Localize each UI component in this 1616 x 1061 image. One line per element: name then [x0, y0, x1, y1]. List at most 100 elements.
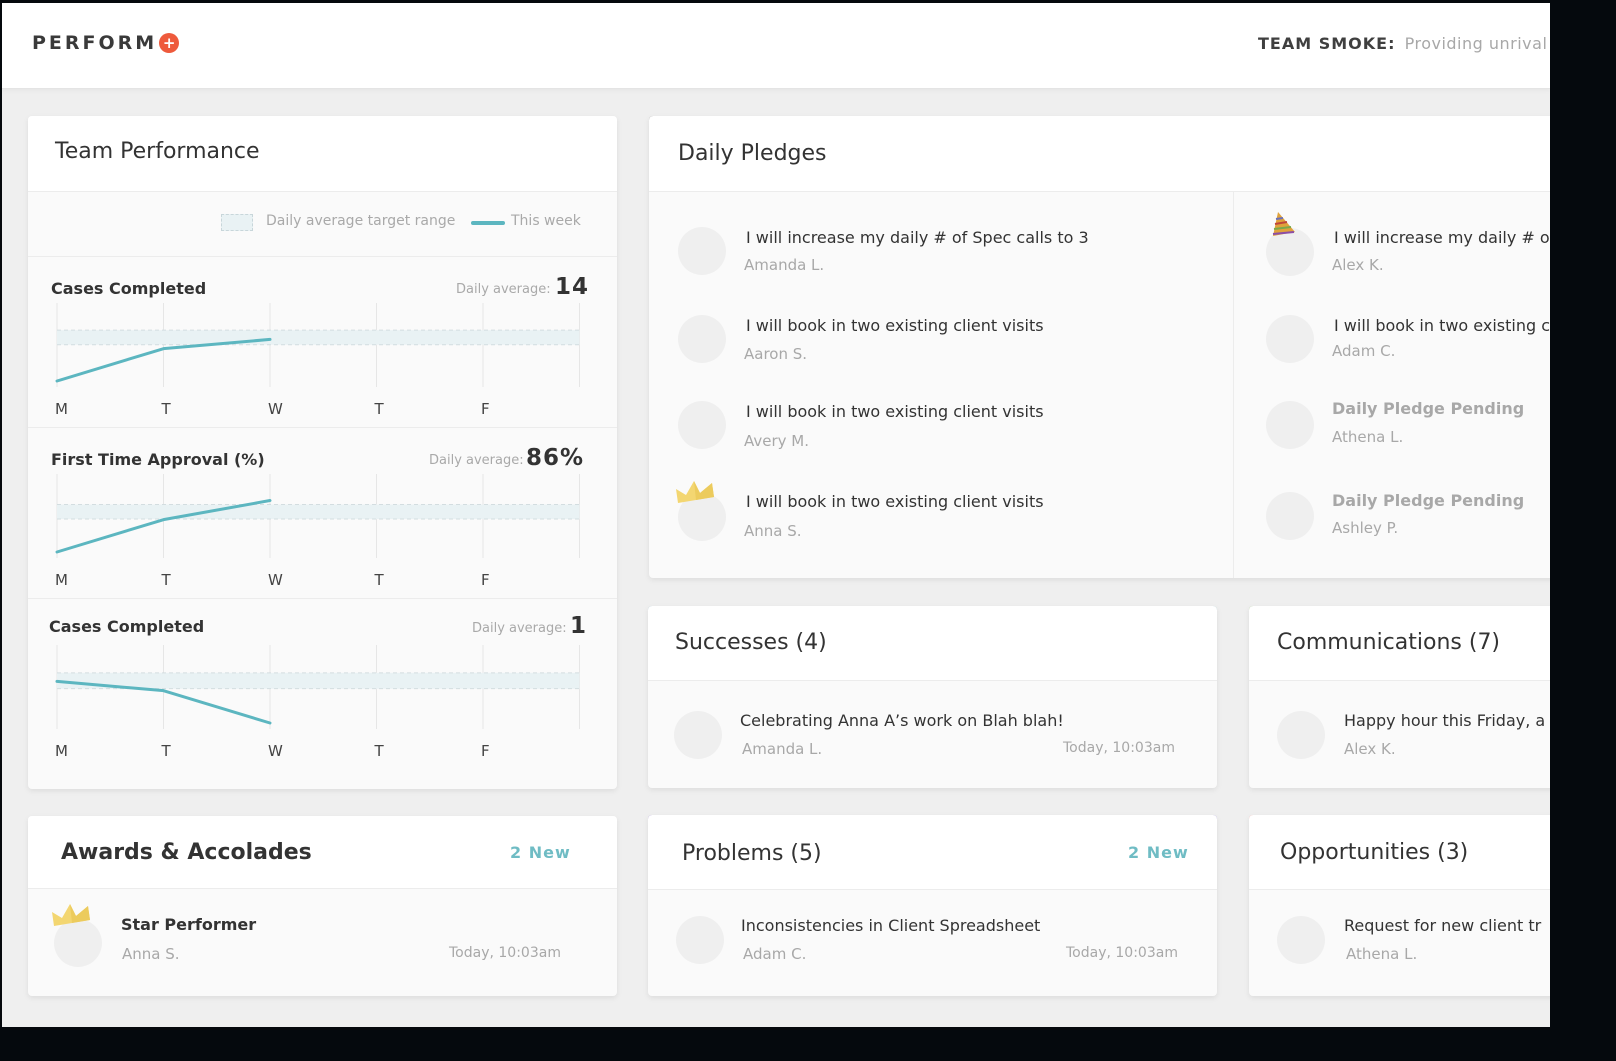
pledge-item[interactable]: Daily Pledge Pending Ashley P. [1234, 478, 1550, 558]
legend-target-range-label: Daily average target range [266, 213, 456, 229]
list-item[interactable]: Inconsistencies in Client Spreadsheet Ad… [648, 890, 1217, 990]
card-header: Opportunities (3) [1249, 815, 1550, 890]
metric-chart[interactable]: First Time Approval (%) Daily average: 8… [28, 428, 617, 599]
team-tagline: Providing unrival [1404, 34, 1548, 53]
team-banner: TEAM SMOKE: Providing unrival [1258, 34, 1547, 53]
item-author: Athena L. [1346, 945, 1418, 963]
pledge-author: Alex K. [1332, 256, 1384, 274]
pledge-text: I will book in two existing client visit… [746, 316, 1044, 335]
avatar [1266, 401, 1314, 449]
item-time: Today, 10:03am [1063, 740, 1175, 756]
x-tick-label: F [481, 571, 490, 589]
card-title: Awards & Accolades [61, 840, 312, 865]
logo[interactable]: PERFORM + [32, 32, 180, 54]
item-title: Celebrating Anna A’s work on Blah blah! [740, 711, 1064, 730]
x-tick-label: F [481, 400, 490, 418]
pledge-text: I will increase my daily # of Spec calls… [1334, 228, 1550, 247]
pledge-author: Avery M. [744, 432, 810, 450]
pledge-author: Athena L. [1332, 428, 1404, 446]
line-chart: MTWTF [55, 645, 580, 760]
pledge-item[interactable]: I will book in two existing client visit… [649, 388, 1233, 468]
pledge-text: I will increase my daily # of Spec calls… [746, 228, 1089, 247]
card-header: Daily Pledges [649, 116, 1550, 192]
crown-icon [52, 904, 90, 926]
successes-card: Successes (4) Celebrating Anna A’s work … [648, 606, 1217, 788]
avatar [676, 916, 724, 964]
pledge-author: Anna S. [744, 522, 802, 540]
x-tick-label: M [55, 400, 68, 418]
party-hat-icon [1272, 212, 1295, 236]
avatar [678, 315, 726, 363]
team-performance-card: Team Performance Daily average target ra… [28, 116, 617, 789]
card-header: Successes (4) [648, 606, 1217, 681]
pledge-item[interactable]: I will book in two existing client visit… [1234, 301, 1550, 381]
pledge-author: Adam C. [1332, 342, 1396, 360]
plus-circle-icon: + [159, 33, 180, 53]
new-badge[interactable]: 2 New [1128, 843, 1189, 862]
problems-card: Problems (5) 2 New Inconsistencies in Cl… [648, 815, 1217, 996]
pledge-item[interactable]: I will book in two existing client visit… [649, 301, 1233, 381]
top-bar: PERFORM + TEAM SMOKE: Providing unrival [2, 3, 1550, 89]
metric-chart[interactable]: Cases Completed Daily average: 14 MTWTF [28, 257, 617, 428]
daily-pledges-card: Daily Pledges I will increase my daily #… [649, 116, 1550, 578]
pledge-author: Aaron S. [744, 345, 808, 363]
avatar [678, 401, 726, 449]
card-title: Communications (7) [1277, 630, 1501, 655]
item-time: Today, 10:03am [1066, 945, 1178, 961]
x-tick-label: M [55, 571, 68, 589]
list-item[interactable]: Celebrating Anna A’s work on Blah blah! … [648, 681, 1217, 781]
item-title: Star Performer [121, 915, 257, 934]
pledge-pending-text: Daily Pledge Pending [1332, 491, 1525, 510]
item-author: Alex K. [1344, 740, 1396, 758]
list-item[interactable]: Star Performer Anna S. Today, 10:03am [28, 889, 617, 989]
this-week-line-swatch [471, 221, 505, 225]
app-frame: PERFORM + TEAM SMOKE: Providing unrival … [2, 3, 1550, 1027]
item-title: Request for new client tr [1344, 916, 1542, 935]
avatar [1266, 492, 1314, 540]
logo-text: PERFORM [32, 32, 158, 54]
metric-chart[interactable]: Cases Completed Daily average: 1 MTWTF [28, 599, 617, 769]
card-header: Problems (5) 2 New [648, 815, 1217, 890]
opportunities-card: Opportunities (3) Request for new client… [1249, 815, 1550, 996]
chart-legend: Daily average target range This week [28, 192, 617, 257]
pledge-author: Ashley P. [1332, 519, 1399, 537]
pledge-pending-text: Daily Pledge Pending [1332, 399, 1525, 418]
target-range-swatch [221, 214, 253, 231]
avatar [1277, 711, 1325, 759]
card-header: Team Performance [28, 116, 617, 192]
x-tick-label: T [161, 742, 172, 760]
target-range-band [57, 504, 580, 519]
avatar [1266, 315, 1314, 363]
pledge-item[interactable]: I will book in two existing client visit… [649, 476, 1233, 566]
item-title: Happy hour this Friday, a [1344, 711, 1546, 730]
item-time: Today, 10:03am [449, 945, 561, 961]
item-title: Inconsistencies in Client Spreadsheet [741, 916, 1041, 935]
new-badge[interactable]: 2 New [510, 843, 571, 862]
x-tick-label: T [161, 400, 172, 418]
x-tick-label: F [481, 742, 490, 760]
card-title: Team Performance [55, 139, 260, 164]
x-tick-label: W [268, 571, 283, 589]
line-chart: MTWTF [55, 474, 580, 589]
card-title: Successes (4) [675, 630, 827, 655]
x-tick-label: W [268, 742, 283, 760]
crown-icon [676, 481, 714, 503]
pledge-text: I will book in two existing client visit… [746, 402, 1044, 421]
pledge-item[interactable]: I will increase my daily # of Spec calls… [649, 211, 1233, 291]
x-tick-label: W [268, 400, 283, 418]
x-tick-label: T [374, 571, 385, 589]
communications-card: Communications (7) Happy hour this Frida… [1249, 606, 1550, 788]
pledge-text: I will book in two existing client visit… [746, 492, 1044, 511]
avatar [1277, 916, 1325, 964]
card-title: Opportunities (3) [1280, 840, 1469, 865]
team-name: TEAM SMOKE: [1258, 34, 1396, 53]
x-tick-label: T [374, 400, 385, 418]
target-range-band [57, 672, 580, 689]
list-item[interactable]: Request for new client tr Athena L. [1249, 890, 1550, 990]
avatar [678, 227, 726, 275]
pledge-item[interactable]: I will increase my daily # of Spec calls… [1234, 211, 1550, 291]
card-title: Daily Pledges [678, 141, 827, 166]
avatar [674, 711, 722, 759]
list-item[interactable]: Happy hour this Friday, a Alex K. [1249, 681, 1550, 781]
pledge-item[interactable]: Daily Pledge Pending Athena L. [1234, 388, 1550, 468]
